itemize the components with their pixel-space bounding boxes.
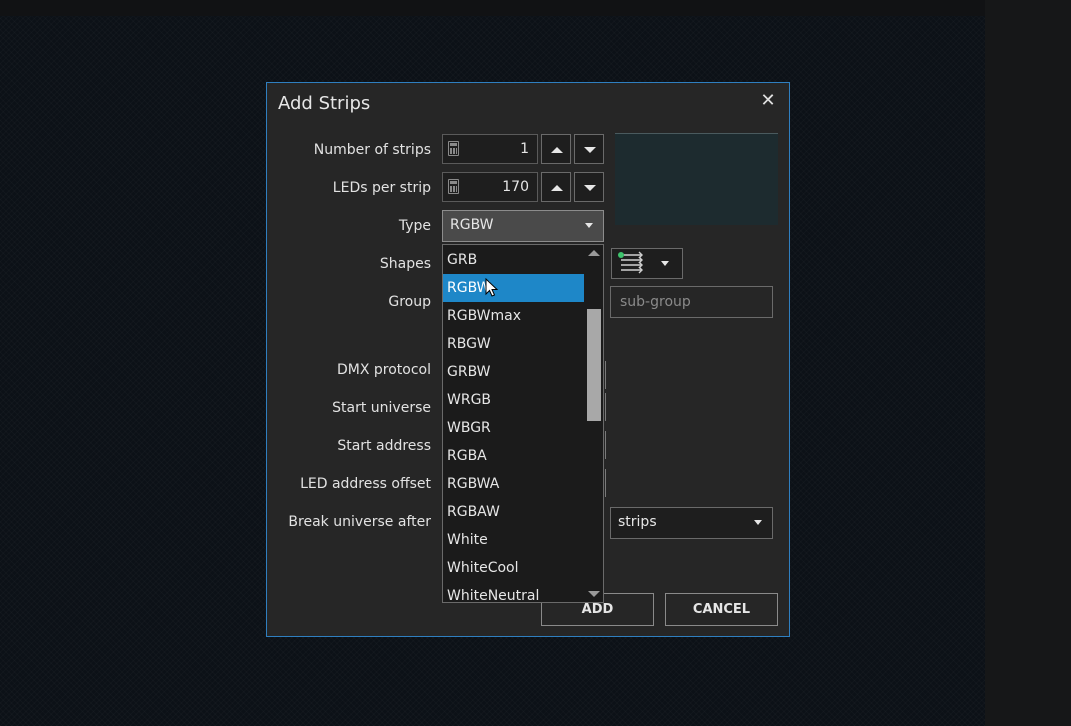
scroll-up-icon[interactable] <box>588 250 600 256</box>
type-select-value: RGBW <box>450 217 494 233</box>
arrow-down-icon <box>584 185 596 191</box>
break-universe-after-label: Break universe after <box>288 514 431 530</box>
leds-per-strip-increment-button[interactable] <box>541 172 571 202</box>
start-address-label: Start address <box>337 438 431 454</box>
arrow-down-icon <box>584 147 596 153</box>
dropdown-option[interactable]: WRGB <box>443 386 584 414</box>
shapes-button[interactable] <box>611 248 683 279</box>
chevron-down-icon <box>661 261 669 266</box>
right-gutter <box>985 0 1071 726</box>
mouse-pointer-icon <box>485 278 499 297</box>
shapes-label: Shapes <box>379 256 431 272</box>
dropdown-option[interactable]: White <box>443 526 584 554</box>
cancel-button[interactable]: CANCEL <box>665 593 778 626</box>
type-dropdown-list[interactable]: GRB RGBW RGBWmax RBGW GRBW WRGB WBGR RGBA RGBWA R… <box>442 244 604 603</box>
number-of-strips-label: Number of strips <box>313 142 431 158</box>
dropdown-scrollbar[interactable] <box>585 245 603 602</box>
arrow-up-icon <box>551 147 563 153</box>
dropdown-option[interactable]: WhiteNeutral <box>443 582 584 602</box>
dropdown-option[interactable]: RGBWA <box>443 470 584 498</box>
arrow-up-icon <box>551 185 563 191</box>
add-strips-dialog: Add Strips ✕ Number of strips LEDs per s… <box>266 82 790 637</box>
dropdown-option[interactable]: RGBW <box>443 274 584 302</box>
dropdown-option[interactable]: WBGR <box>443 414 584 442</box>
dropdown-option[interactable]: RGBWmax <box>443 302 584 330</box>
dmx-protocol-label: DMX protocol <box>336 362 431 378</box>
dialog-title: Add Strips <box>278 93 371 114</box>
break-universe-unit-value: strips <box>618 514 657 530</box>
dropdown-option[interactable]: GRBW <box>443 358 584 386</box>
calculator-icon[interactable] <box>448 179 459 194</box>
type-label: Type <box>398 218 431 234</box>
strip-preview <box>615 133 778 225</box>
number-of-strips-increment-button[interactable] <box>541 134 571 164</box>
dropdown-option[interactable]: RGBAW <box>443 498 584 526</box>
number-of-strips-decrement-button[interactable] <box>574 134 604 164</box>
leds-per-strip-value: 170 <box>502 179 529 195</box>
break-universe-unit-select[interactable]: strips <box>610 507 773 539</box>
dropdown-option[interactable]: WhiteCool <box>443 554 584 582</box>
dropdown-option[interactable]: RGBA <box>443 442 584 470</box>
number-of-strips-input[interactable]: 1 <box>442 134 538 164</box>
calculator-icon[interactable] <box>448 141 459 156</box>
strip-arrows-icon <box>618 251 643 274</box>
chevron-down-icon <box>754 520 762 525</box>
leds-per-strip-input[interactable]: 170 <box>442 172 538 202</box>
scrollbar-thumb[interactable] <box>587 309 601 421</box>
leds-per-strip-decrement-button[interactable] <box>574 172 604 202</box>
subgroup-field[interactable] <box>610 286 773 318</box>
subgroup-input[interactable] <box>611 287 772 317</box>
chevron-down-icon <box>585 223 593 228</box>
start-universe-label: Start universe <box>332 400 431 416</box>
type-select[interactable]: RGBW <box>442 210 604 242</box>
leds-per-strip-label: LEDs per strip <box>332 180 431 196</box>
group-label: Group <box>388 294 431 310</box>
dropdown-option[interactable]: GRB <box>443 246 584 274</box>
close-icon[interactable]: ✕ <box>759 91 777 111</box>
led-address-offset-label: LED address offset <box>300 476 431 492</box>
scroll-down-icon[interactable] <box>588 591 600 597</box>
number-of-strips-value: 1 <box>520 141 529 157</box>
dropdown-option[interactable]: RBGW <box>443 330 584 358</box>
